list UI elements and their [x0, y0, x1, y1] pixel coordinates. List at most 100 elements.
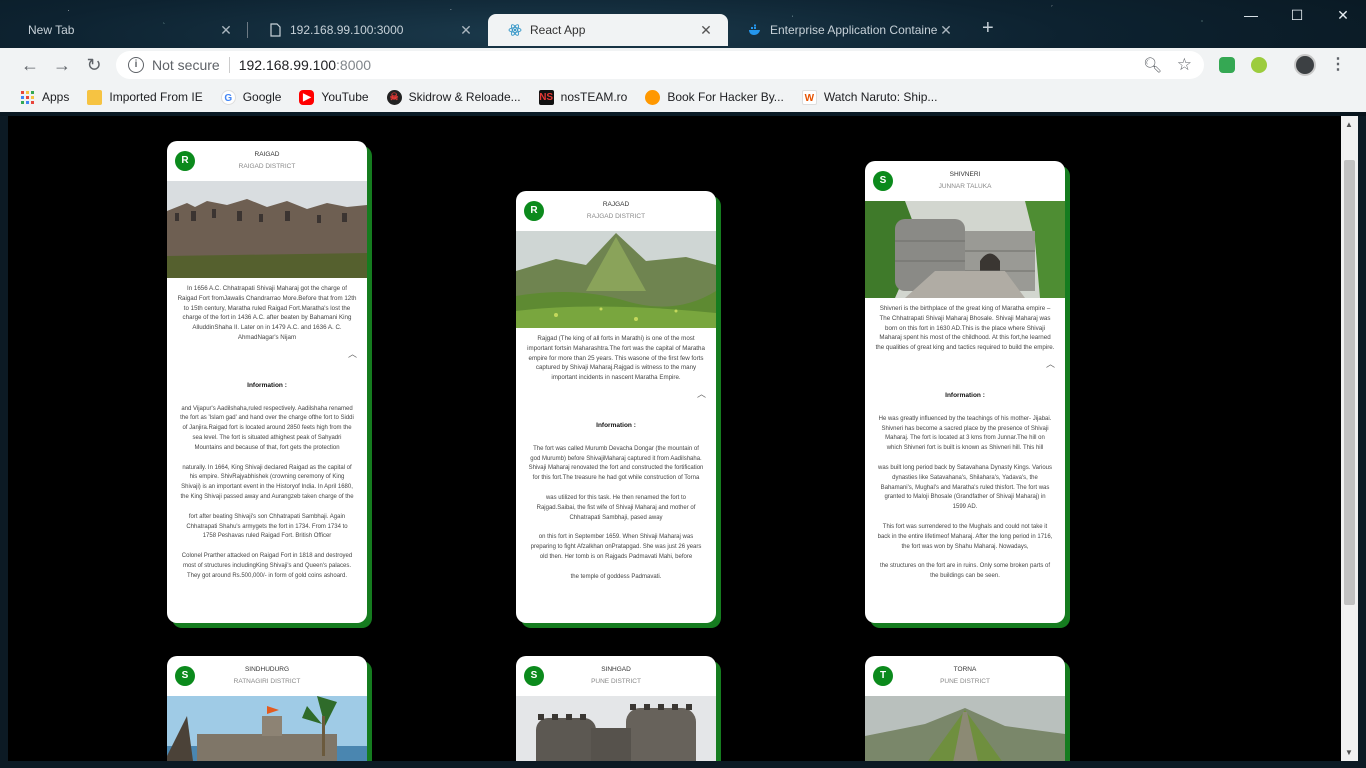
close-icon[interactable]: ✕: [218, 22, 234, 39]
tab-label: New Tab: [28, 23, 75, 37]
folder-icon: [87, 89, 103, 105]
card-header: R RAIGAD RAIGAD DISTRICT: [167, 141, 367, 181]
close-icon[interactable]: ✕: [698, 22, 714, 39]
forward-icon[interactable]: →: [50, 53, 74, 77]
fort-card-rajgad: R RAJGAD RAJGAD DISTRICT Rajgad (The kin…: [516, 191, 716, 623]
book-icon: [645, 89, 661, 105]
card-subtitle: RAIGAD DISTRICT: [238, 163, 296, 170]
page-scrollbar[interactable]: ▲ ▼: [1341, 116, 1358, 761]
close-icon[interactable]: ✕: [938, 22, 954, 39]
sea-fort-photo: [167, 696, 367, 761]
extension-smiley-icon[interactable]: [1251, 57, 1267, 73]
close-icon[interactable]: ✕: [458, 22, 474, 39]
info-heading: Information :: [247, 381, 287, 389]
docker-icon: [749, 24, 760, 35]
fort-card-sinhgad: S SINHGAD PUNE DISTRICT: [516, 656, 716, 761]
tab-new-tab[interactable]: New Tab ✕: [8, 14, 248, 46]
bookmark-label: nosTEAM.ro: [560, 90, 628, 104]
info-paragraph: and Vijapur's Aadilshaha,ruled respectiv…: [180, 405, 354, 451]
bookmark-youtube[interactable]: ▶ YouTube: [299, 89, 369, 105]
new-tab-button[interactable]: +: [982, 17, 994, 48]
security-label: Not secure: [152, 57, 220, 73]
card-summary: Rajgad (The king of all forts in Marathi…: [527, 335, 705, 382]
card-details: Information : He was greatly influenced …: [865, 375, 1065, 602]
desktop-edge: [0, 761, 1366, 768]
green-hill-fort-photo: [516, 231, 716, 328]
info-paragraph: was built long period back by Satavahana…: [878, 464, 1052, 511]
chevron-up-icon[interactable]: ︿: [348, 347, 357, 360]
tab-label: Enterprise Application Containe: [770, 23, 938, 37]
page-icon: [270, 23, 281, 37]
tab-enterprise-app[interactable]: Enterprise Application Containe ✕: [728, 14, 968, 46]
tab-label: React App: [530, 23, 586, 37]
fort-card-sindhudurg: S SINDHUDURG RATNAGIRI DISTRICT: [167, 656, 367, 761]
back-icon[interactable]: ←: [18, 53, 42, 77]
scrollbar-thumb[interactable]: [1344, 160, 1355, 605]
info-paragraph: Colonel Prarther attacked on Raigad Fort…: [181, 553, 353, 579]
card-title: SHIVNERI: [949, 171, 981, 178]
info-paragraph: fort after beating Shivaji's son Chhatra…: [186, 513, 348, 540]
url-host: 192.168.99.100: [238, 57, 337, 73]
address-bar[interactable]: i Not secure 192.168.99.100:8000 🔍︎ ☆: [116, 51, 1204, 79]
google-icon: G: [220, 89, 236, 105]
browser-chrome: New Tab ✕ 192.168.99.100:3000 ✕ React Ap…: [0, 0, 1366, 116]
card-header: T TORNA PUNE DISTRICT: [865, 656, 1065, 696]
card-header: R RAJGAD RAJGAD DISTRICT: [516, 191, 716, 231]
reload-icon[interactable]: ↻: [82, 53, 106, 77]
w-icon: W: [801, 89, 817, 105]
bookmark-label: Apps: [42, 90, 70, 104]
more-menu-icon[interactable]: ⋮: [1330, 54, 1346, 74]
bookmark-imported[interactable]: Imported From IE: [87, 89, 203, 105]
chevron-up-icon[interactable]: ︿: [697, 387, 706, 400]
zoom-icon[interactable]: 🔍︎: [1143, 56, 1162, 74]
card-subtitle: JUNNAR TALUKA: [938, 183, 992, 190]
ns-icon: NS: [538, 89, 554, 105]
info-heading: Information :: [945, 391, 985, 399]
minimize-icon[interactable]: —: [1228, 0, 1274, 30]
url-port: :8000: [336, 57, 372, 73]
card-subtitle: PUNE DISTRICT: [591, 678, 641, 685]
bookmark-book[interactable]: Book For Hacker By...: [645, 89, 784, 105]
card-title: RAJGAD: [602, 201, 630, 208]
extension-shield-icon[interactable]: [1219, 57, 1235, 73]
scroll-down-icon[interactable]: ▼: [1345, 748, 1353, 757]
card-details: Information : and Vijapur's Aadilshaha,r…: [167, 365, 367, 602]
bookmark-naruto[interactable]: W Watch Naruto: Ship...: [801, 89, 937, 105]
card-actions: ︿: [865, 353, 1065, 375]
page-viewport: R RAIGAD RAIGAD DISTRICT In 1656 A.C. Ch…: [8, 116, 1341, 761]
info-paragraph: naturally. In 1664, King Shivaji declare…: [180, 464, 354, 500]
maximize-icon[interactable]: ☐: [1274, 0, 1320, 30]
scroll-up-icon[interactable]: ▲: [1345, 120, 1353, 129]
info-icon[interactable]: i: [128, 57, 144, 73]
divider: [228, 57, 230, 73]
info-paragraph: the structures on the fort are in ruins.…: [879, 563, 1051, 580]
tab-react-app[interactable]: React App ✕: [488, 14, 728, 46]
tab-localhost-3000[interactable]: 192.168.99.100:3000 ✕: [248, 14, 488, 46]
info-paragraph: This fort was surrendered to the Mughals…: [877, 523, 1053, 550]
profile-avatar[interactable]: [1294, 54, 1316, 76]
fort-card-raigad: R RAIGAD RAIGAD DISTRICT In 1656 A.C. Ch…: [167, 141, 367, 623]
window-controls: — ☐ ✕: [1228, 0, 1366, 30]
bookmark-apps[interactable]: Apps: [20, 90, 69, 105]
bookmark-star-icon[interactable]: ☆: [1177, 55, 1192, 75]
close-window-icon[interactable]: ✕: [1320, 0, 1366, 30]
toolbar: ← → ↻ i Not secure 192.168.99.100:8000 🔍…: [0, 48, 1366, 82]
card-summary: In 1656 A.C. Chhatrapati Shivaji Maharaj…: [177, 285, 357, 341]
ridge-photo: [865, 696, 1065, 761]
card-details: Information : The fort was called Murumb…: [516, 405, 716, 603]
info-paragraph: The fort was called Murumb Devacha Donga…: [528, 445, 704, 482]
fort-walls-photo: [167, 181, 367, 278]
bookmark-nosteam[interactable]: NS nosTEAM.ro: [538, 89, 628, 105]
bookmark-google[interactable]: G Google: [220, 89, 281, 105]
card-header: S SINDHUDURG RATNAGIRI DISTRICT: [167, 656, 367, 696]
bookmark-label: Imported From IE: [109, 90, 203, 104]
skull-icon: ☠: [386, 89, 402, 105]
bookmarks-bar: Apps Imported From IE G Google ▶ YouTube…: [0, 82, 1366, 112]
chevron-up-icon[interactable]: ︿: [1046, 357, 1055, 370]
card-header: S SINHGAD PUNE DISTRICT: [516, 656, 716, 696]
info-paragraph: He was greatly influenced by the teachin…: [878, 415, 1052, 452]
react-icon: [508, 24, 522, 36]
card-header: S SHIVNERI JUNNAR TALUKA: [865, 161, 1065, 201]
bastion-photo: [516, 696, 716, 761]
bookmark-skidrow[interactable]: ☠ Skidrow & Reloade...: [386, 89, 521, 105]
